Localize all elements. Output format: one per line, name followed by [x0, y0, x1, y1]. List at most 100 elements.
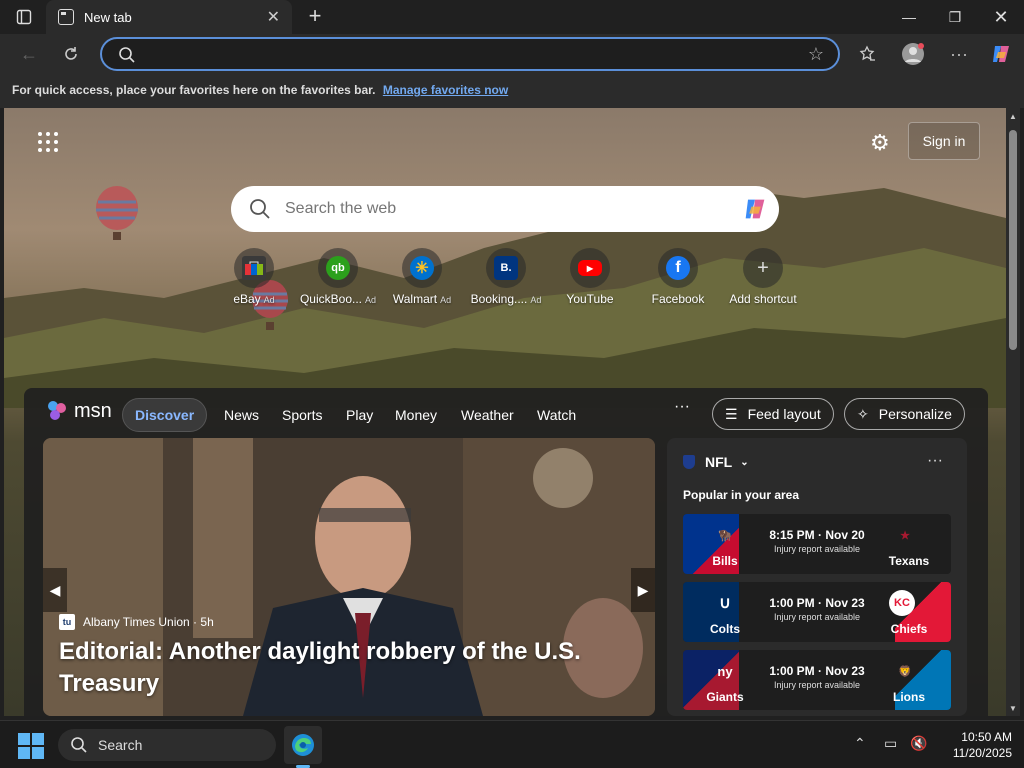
profile-button[interactable]: [898, 40, 928, 68]
nav-money[interactable]: Money: [395, 398, 437, 432]
minimize-button[interactable]: —: [886, 0, 932, 34]
scroll-down-icon[interactable]: ▼: [1008, 704, 1018, 713]
title-bar: New tab ✕ + — ❐ ✕: [0, 0, 1024, 34]
scroll-up-icon[interactable]: ▲: [1008, 112, 1018, 121]
network-icon[interactable]: ▭: [884, 735, 897, 752]
scrollbar-thumb[interactable]: [1009, 130, 1017, 350]
taskbar-clock[interactable]: 10:50 AM 11/20/2025: [940, 729, 1012, 761]
address-bar[interactable]: ☆: [100, 37, 840, 71]
nfl-header[interactable]: NFL ⌄: [683, 454, 749, 470]
nav-weather[interactable]: Weather: [461, 398, 514, 432]
youtube-icon: ▶: [578, 260, 602, 276]
shortcut-ebay[interactable]: eBay Ad: [212, 248, 296, 306]
article-title[interactable]: Editorial: Another daylight robbery of t…: [59, 636, 599, 700]
tab-close-icon[interactable]: ✕: [267, 7, 280, 27]
new-tab-button[interactable]: +: [302, 4, 328, 30]
away-team: Lions: [893, 690, 925, 704]
lions-logo-icon: 🦁: [898, 665, 912, 678]
close-window-button[interactable]: ✕: [978, 0, 1024, 34]
nfl-shield-icon: [683, 455, 695, 469]
carousel-next-button[interactable]: ▶: [631, 568, 655, 612]
shortcut-facebook[interactable]: f Facebook: [636, 248, 720, 306]
injury-note: Injury report available: [773, 612, 861, 622]
shortcuts-row: eBay Ad qb QuickBoo... Ad ✳ Walmart Ad B. B…: [218, 248, 818, 318]
shortcut-walmart[interactable]: ✳ Walmart Ad: [380, 248, 464, 306]
manage-favorites-link[interactable]: Manage favorites now: [383, 83, 508, 97]
nav-play[interactable]: Play: [346, 398, 373, 432]
chevron-up-icon[interactable]: ⌃: [854, 735, 866, 752]
volume-muted-icon[interactable]: 🔇: [910, 735, 927, 752]
copilot-icon[interactable]: [741, 195, 769, 223]
profile-avatar-icon: [902, 43, 924, 65]
msn-nav-bar: msn Discover News Sports Play Money Weat…: [24, 388, 988, 438]
edge-icon: [292, 734, 314, 756]
shortcut-booking[interactable]: B. Booking.... Ad: [464, 248, 548, 306]
game-row[interactable]: ny Giants 1:00 PM · Nov 23 Injury report…: [683, 650, 951, 710]
taskbar-search[interactable]: Search: [58, 729, 276, 761]
back-button[interactable]: ←: [14, 40, 44, 68]
page-settings-icon[interactable]: ⚙: [870, 130, 890, 156]
refresh-icon: [65, 47, 77, 60]
plus-icon: +: [757, 256, 769, 279]
edge-taskbar-button[interactable]: [284, 726, 322, 764]
shortcut-tile: ▶: [570, 248, 610, 288]
personalize-button[interactable]: ✧ Personalize: [844, 398, 965, 430]
sign-in-button[interactable]: Sign in: [908, 122, 980, 160]
nav-watch[interactable]: Watch: [537, 398, 576, 432]
quickbooks-icon: qb: [326, 256, 350, 280]
ad-badge: Ad: [440, 295, 452, 305]
new-tab-page-icon: [58, 9, 74, 25]
windows-start-button[interactable]: [18, 733, 44, 759]
shortcut-label-row: eBay Ad: [212, 292, 296, 306]
hero-article-card[interactable]: ◀ ▶ tu Albany Times Union · 5h Editorial…: [43, 438, 655, 716]
msn-logo[interactable]: msn: [46, 399, 112, 423]
shortcut-quickbooks[interactable]: qb QuickBoo... Ad: [296, 248, 380, 306]
game-time: 8:15 PM · Nov 20: [769, 528, 865, 542]
home-team: Giants: [706, 690, 744, 704]
shortcut-youtube[interactable]: ▶ YouTube: [548, 248, 632, 306]
shortcut-label-row: Walmart Ad: [380, 292, 464, 306]
source-separator: ·: [189, 615, 201, 629]
article-age: 5h: [200, 615, 214, 629]
favorites-icon: [859, 45, 875, 61]
address-input[interactable]: [148, 45, 788, 65]
restore-button[interactable]: ❐: [932, 0, 978, 34]
tab-actions-button[interactable]: [10, 6, 38, 28]
article-source: tu Albany Times Union · 5h: [59, 614, 214, 630]
shortcut-tile: +: [743, 248, 783, 288]
tab-new-tab[interactable]: New tab ✕: [46, 0, 292, 34]
favorites-button[interactable]: [852, 40, 882, 68]
chiefs-logo-icon: KC: [889, 590, 915, 616]
taskbar-search-label: Search: [98, 737, 143, 753]
home-team: Colts: [710, 622, 740, 636]
feed-layout-label: Feed layout: [747, 406, 821, 422]
chevron-down-icon: ⌄: [740, 456, 749, 468]
favorite-star-icon[interactable]: ☆: [808, 44, 824, 65]
nfl-subtitle: Popular in your area: [683, 488, 800, 502]
page-scrollbar[interactable]: ▲ ▼: [1006, 108, 1020, 716]
shortcut-add[interactable]: + Add shortcut: [721, 248, 805, 306]
carousel-prev-button[interactable]: ◀: [43, 568, 67, 612]
feed-layout-button[interactable]: ☰ Feed layout: [712, 398, 834, 430]
copilot-button[interactable]: [986, 40, 1016, 68]
game-row[interactable]: 🦬 Bills 8:15 PM · Nov 20 Injury report a…: [683, 514, 951, 574]
nav-more-button[interactable]: ···: [674, 398, 690, 416]
taskbar: Search ⌃ ▭ 🔇 10:50 AM 11/20/2025: [0, 720, 1024, 768]
texans-logo-icon: ★: [900, 529, 910, 542]
game-row[interactable]: ∪ Colts 1:00 PM · Nov 23 Injury report a…: [683, 582, 951, 642]
booking-icon: B.: [494, 256, 518, 280]
away-team: Texans: [888, 554, 930, 568]
injury-note: Injury report available: [773, 680, 861, 690]
nav-news[interactable]: News: [224, 398, 259, 432]
refresh-button[interactable]: [56, 40, 86, 68]
web-search-input[interactable]: [285, 198, 725, 220]
nfl-more-button[interactable]: ···: [927, 452, 943, 470]
ad-badge: Ad: [365, 295, 377, 305]
nfl-card: NFL ⌄ ··· Popular in your area 🦬 Bills 8…: [667, 438, 967, 716]
settings-more-button[interactable]: ···: [944, 40, 974, 68]
nav-discover[interactable]: Discover: [122, 398, 208, 432]
web-search-box[interactable]: [231, 186, 779, 232]
apps-grid-icon[interactable]: [38, 132, 58, 152]
nav-sports[interactable]: Sports: [282, 398, 322, 432]
shortcut-label: Walmart: [392, 292, 438, 306]
